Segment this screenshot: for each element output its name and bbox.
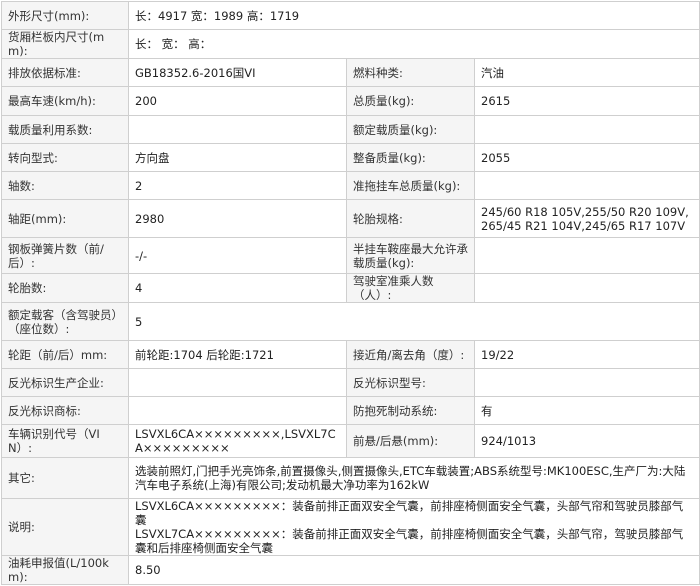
value-curb-weight: 2055: [473, 143, 700, 172]
label-vin: 车辆识别代号（VIN）:: [1, 424, 129, 458]
label-reflector-brand: 反光标识商标:: [1, 396, 129, 425]
value-reflector-brand: [128, 396, 347, 425]
label-tire-spec: 轮胎规格:: [346, 199, 475, 238]
label-trailer-mass: 准拖挂车总质量(kg):: [346, 171, 475, 200]
label-outer-dimensions: 外形尺寸(mm):: [1, 1, 129, 30]
label-fuel-type: 燃料种类:: [346, 58, 475, 87]
value-load-utilization: [128, 115, 347, 144]
row-outer-dimensions: 外形尺寸(mm): 长：4917 宽：1989 高：1719: [1, 1, 700, 30]
label-abs: 防抱死制动系统:: [346, 396, 475, 425]
label-wheelbase: 轴距(mm):: [1, 199, 129, 238]
value-reflector-model: [473, 368, 700, 397]
value-wheelbase: 2980: [128, 199, 347, 238]
value-approach-departure-angle: 19/22: [473, 340, 700, 369]
value-outer-dimensions: 长：4917 宽：1989 高：1719: [127, 1, 700, 30]
label-load-utilization: 载质量利用系数:: [1, 115, 129, 144]
value-cab-passengers: [473, 273, 700, 303]
row-wheelbase: 轴距(mm): 2980 轮胎规格: 245/60 R18 105V,255/5…: [1, 199, 700, 238]
value-cargo-box-dimensions: 长： 宽： 高：: [127, 29, 700, 59]
label-max-speed: 最高车速(km/h):: [1, 86, 129, 116]
value-track-width: 前轮距:1704 后轮距:1721: [128, 340, 347, 369]
value-leaf-springs: -/-: [128, 237, 347, 274]
row-reflector-maker: 反光标识生产企业: 反光标识型号:: [1, 368, 700, 397]
label-steering-type: 转向型式:: [1, 143, 129, 172]
value-axle-count: 2: [128, 171, 347, 200]
label-saddle-load: 半挂车鞍座最大允许承载质量(kg):: [346, 237, 475, 274]
value-max-speed: 200: [128, 86, 347, 116]
label-track-width: 轮距（前/后）mm:: [1, 340, 129, 369]
label-overhang: 前悬/后悬(mm):: [346, 424, 475, 458]
row-max-speed: 最高车速(km/h): 200 总质量(kg): 2615: [1, 86, 700, 116]
label-rated-seats: 额定载客（含驾驶员）（座位数）:: [1, 302, 129, 341]
value-steering-type: 方向盘: [128, 143, 347, 172]
value-rated-seats: 5: [127, 302, 700, 341]
value-tire-count: 4: [128, 273, 347, 303]
value-saddle-load: [473, 237, 700, 274]
value-rated-load: [473, 115, 700, 144]
label-fuel-consumption: 油耗申报值(L/100km):: [1, 555, 129, 585]
row-steering-type: 转向型式: 方向盘 整备质量(kg): 2055: [1, 143, 700, 172]
label-reflector-maker: 反光标识生产企业:: [1, 368, 129, 397]
row-leaf-springs: 钢板弹簧片数（前/后）: -/- 半挂车鞍座最大允许承载质量(kg):: [1, 237, 700, 274]
label-rated-load: 额定载质量(kg):: [346, 115, 475, 144]
label-notes: 说明:: [1, 498, 129, 556]
row-axle-count: 轴数: 2 准拖挂车总质量(kg):: [1, 171, 700, 200]
value-abs: 有: [473, 396, 700, 425]
label-cab-passengers: 驾驶室准乘人数（人）:: [346, 273, 475, 303]
label-cargo-box-dimensions: 货厢栏板内尺寸(mm):: [1, 29, 129, 59]
row-load-utilization: 载质量利用系数: 额定载质量(kg):: [1, 115, 700, 144]
row-cargo-box-dimensions: 货厢栏板内尺寸(mm): 长： 宽： 高：: [1, 29, 700, 59]
vehicle-spec-table: 外形尺寸(mm): 长：4917 宽：1989 高：1719 货厢栏板内尺寸(m…: [1, 1, 700, 585]
label-other: 其它:: [1, 457, 129, 499]
row-emission-standard: 排放依据标准: GB18352.6-2016国VI 燃料种类: 汽油: [1, 58, 700, 87]
label-curb-weight: 整备质量(kg):: [346, 143, 475, 172]
value-other: 选装前照灯,门把手光亮饰条,前置摄像头,侧置摄像头,ETC车载装置;ABS系统型…: [127, 457, 700, 499]
row-notes: 说明: LSVXL6CA×××××××××：装备前排正面双安全气囊，前排座椅侧面…: [1, 498, 700, 556]
value-vin: LSVXL6CA×××××××××,LSVXL7CA×××××××××: [128, 424, 347, 458]
value-total-mass: 2615: [473, 86, 700, 116]
label-reflector-model: 反光标识型号:: [346, 368, 475, 397]
value-notes: LSVXL6CA×××××××××：装备前排正面双安全气囊，前排座椅侧面安全气囊…: [127, 498, 700, 556]
row-reflector-brand: 反光标识商标: 防抱死制动系统: 有: [1, 396, 700, 425]
row-track-width: 轮距（前/后）mm: 前轮距:1704 后轮距:1721 接近角/离去角（度）:…: [1, 340, 700, 369]
row-rated-seats: 额定载客（含驾驶员）（座位数）: 5: [1, 302, 700, 341]
row-other: 其它: 选装前照灯,门把手光亮饰条,前置摄像头,侧置摄像头,ETC车载装置;AB…: [1, 457, 700, 499]
row-vin: 车辆识别代号（VIN）: LSVXL6CA×××××××××,LSVXL7CA×…: [1, 424, 700, 458]
value-emission-standard: GB18352.6-2016国VI: [128, 58, 347, 87]
value-overhang: 924/1013: [473, 424, 700, 458]
value-fuel-type: 汽油: [473, 58, 700, 87]
label-axle-count: 轴数:: [1, 171, 129, 200]
label-tire-count: 轮胎数:: [1, 273, 129, 303]
label-approach-departure-angle: 接近角/离去角（度）:: [346, 340, 475, 369]
label-total-mass: 总质量(kg):: [346, 86, 475, 116]
row-tire-count: 轮胎数: 4 驾驶室准乘人数（人）:: [1, 273, 700, 303]
label-leaf-springs: 钢板弹簧片数（前/后）:: [1, 237, 129, 274]
value-reflector-maker: [128, 368, 347, 397]
value-fuel-consumption: 8.50: [127, 555, 700, 585]
row-fuel-consumption: 油耗申报值(L/100km): 8.50: [1, 555, 700, 585]
value-tire-spec: 245/60 R18 105V,255/50 R20 109V,265/45 R…: [473, 199, 700, 238]
value-trailer-mass: [473, 171, 700, 200]
label-emission-standard: 排放依据标准:: [1, 58, 129, 87]
